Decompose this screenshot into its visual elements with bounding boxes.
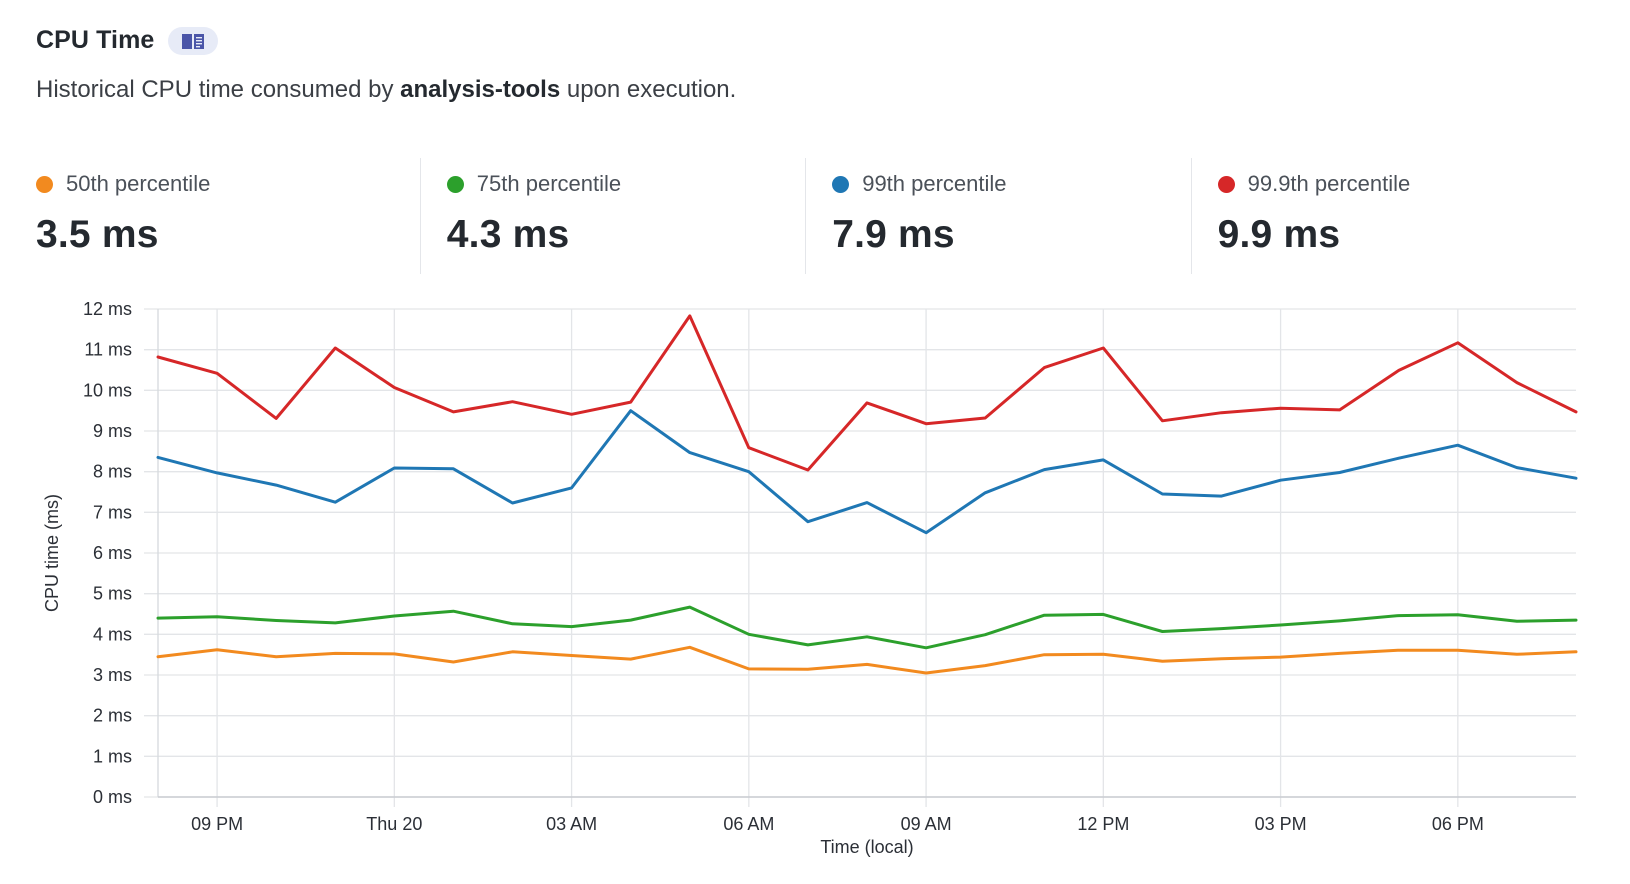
series-line-4 — [156, 314, 1578, 472]
y-tick-label: 1 ms — [93, 746, 132, 766]
x-tick-label: 12 PM — [1077, 814, 1129, 834]
x-tick-label: 09 AM — [901, 814, 952, 834]
y-tick-label: 3 ms — [93, 665, 132, 685]
y-tick-label: 4 ms — [93, 624, 132, 644]
x-tick-label: 03 AM — [546, 814, 597, 834]
y-tick-label: 2 ms — [93, 706, 132, 726]
y-tick-label: 12 ms — [83, 299, 132, 319]
x-tick-label: 06 PM — [1432, 814, 1484, 834]
y-tick-label: 11 ms — [84, 340, 132, 360]
y-axis-title: CPU time (ms) — [42, 494, 62, 612]
x-tick-label: Thu 20 — [366, 814, 422, 834]
x-tick-label: 03 PM — [1255, 814, 1307, 834]
y-tick-label: 9 ms — [93, 421, 132, 441]
y-tick-label: 10 ms — [83, 380, 132, 400]
x-tick-label: 09 PM — [191, 814, 243, 834]
y-tick-label: 5 ms — [93, 584, 132, 604]
y-tick-label: 0 ms — [93, 787, 132, 807]
y-tick-label: 8 ms — [93, 462, 132, 482]
x-axis-title: Time (local) — [820, 837, 913, 857]
y-tick-label: 6 ms — [93, 543, 132, 563]
cpu-time-line-chart: 0 ms 1 ms 2 ms 3 ms 4 ms 5 ms 6 ms 7 ms 8 ms 9 ms… — [42, 299, 1578, 857]
series-line-1 — [156, 645, 1578, 675]
series-line-2 — [156, 605, 1578, 650]
y-tick-label: 7 ms — [93, 502, 132, 522]
x-tick-label: 06 AM — [723, 814, 774, 834]
